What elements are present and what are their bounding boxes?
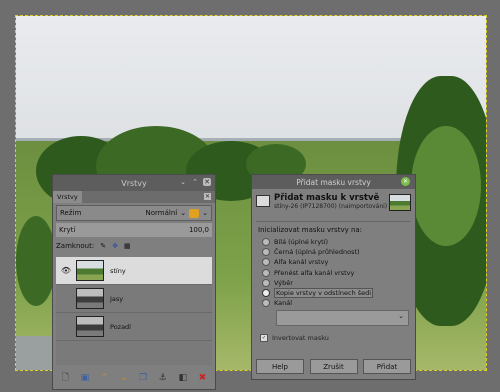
dialog-heading: Přidat masku k vrstvě xyxy=(274,193,380,203)
lock-pixels-icon[interactable]: ✎ xyxy=(100,242,106,250)
layer-list: 👁 stíny Jasy Pozadí xyxy=(56,257,212,365)
chevron-down-icon: ⌄ xyxy=(398,312,404,321)
radio-button-selected[interactable] xyxy=(262,289,270,298)
eye-icon[interactable]: 👁 xyxy=(56,266,76,275)
option-grayscale-copy[interactable]: Kopie vrstvy v odstínech šedi xyxy=(252,288,415,299)
duplicate-layer-icon[interactable]: ❐ xyxy=(139,373,147,383)
layers-toolbar: 🗋 ▣ ⌃ ⌄ ❐ ⚓ ◧ ✖ xyxy=(56,371,212,385)
anchor-layer-icon[interactable]: ⚓ xyxy=(159,373,167,383)
layer-thumbnail xyxy=(76,260,104,281)
layer-thumbnail xyxy=(76,316,104,337)
chevron-down-icon: ⌄ xyxy=(180,209,187,217)
layers-title: Vrstvy xyxy=(121,178,147,188)
option-black[interactable]: Černá (úplná průhlednost) xyxy=(252,247,415,257)
layer-preview-thumbnail xyxy=(389,194,411,211)
mask-icon xyxy=(256,195,270,207)
layer-name: Pozadí xyxy=(110,322,131,331)
help-button[interactable]: Help xyxy=(256,359,304,374)
layer-name: Jasy xyxy=(110,294,124,303)
lower-layer-icon[interactable]: ⌄ xyxy=(120,373,128,383)
layer-name: stíny xyxy=(110,266,126,275)
mode-select[interactable]: Režim Normální ⌄ ⌄ xyxy=(56,205,212,221)
radio-button[interactable] xyxy=(262,238,270,247)
option-label: Výběr xyxy=(274,278,293,287)
new-layer-icon[interactable]: 🗋 xyxy=(62,370,69,386)
opacity-slider[interactable]: Krytí 100,0 xyxy=(56,223,212,237)
mode-value: Normální xyxy=(145,209,178,217)
maximize-icon[interactable]: ⌃ xyxy=(191,178,199,186)
layers-titlebar[interactable]: Vrstvy ⌄ ⌃ ✕ xyxy=(53,175,215,191)
lock-position-icon[interactable]: ✥ xyxy=(112,242,118,250)
layer-row[interactable]: Jasy xyxy=(56,285,212,313)
radio-button[interactable] xyxy=(262,248,270,257)
chevron-down-icon[interactable]: ⌄ xyxy=(202,209,208,217)
lock-label: Zamknout: xyxy=(56,242,95,250)
radio-button[interactable] xyxy=(262,258,270,267)
option-label: Přenést alfa kanál vrstvy xyxy=(274,268,355,277)
dialog-subheading: stíny-26 (IP7128700) (naimportováni) xyxy=(274,203,388,210)
option-channel[interactable]: Kanál xyxy=(252,298,415,308)
radio-button[interactable] xyxy=(262,268,270,277)
option-label: Kopie vrstvy v odstínech šedi xyxy=(274,288,374,299)
option-alpha[interactable]: Alfa kanál vrstvy xyxy=(252,257,415,267)
option-transfer-alpha[interactable]: Přenést alfa kanál vrstvy xyxy=(252,268,415,278)
add-mask-icon[interactable]: ◧ xyxy=(178,373,187,383)
tab-close-icon[interactable]: ✕ xyxy=(204,193,211,200)
option-label: Černá (úplná průhlednost) xyxy=(274,248,360,257)
option-label: Kanál xyxy=(274,299,293,308)
option-label: Bílá (úplné krytí) xyxy=(274,238,329,247)
layer-row[interactable]: 👁 stíny xyxy=(56,257,212,285)
dialog-titlebar[interactable]: Přidat masku vrstvy ✕ xyxy=(252,175,415,189)
add-mask-dialog: Přidat masku vrstvy ✕ Přidat masku k vrs… xyxy=(251,174,416,380)
option-label: Alfa kanál vrstvy xyxy=(274,258,329,267)
section-label: Inicializovat masku vrstvy na: xyxy=(258,226,363,234)
radio-button[interactable] xyxy=(262,299,270,308)
opacity-label: Krytí xyxy=(59,226,76,234)
add-button[interactable]: Přidat xyxy=(363,359,411,374)
lock-alpha-icon[interactable]: ▦ xyxy=(124,242,131,250)
raise-layer-icon[interactable]: ⌃ xyxy=(101,373,109,383)
radio-button[interactable] xyxy=(262,278,270,287)
tab-layers[interactable]: Vrstvy xyxy=(53,191,82,203)
option-white[interactable]: Bílá (úplné krytí) xyxy=(252,237,415,247)
mode-label: Režim xyxy=(60,209,82,217)
layer-row[interactable]: Pozadí xyxy=(56,313,212,341)
mode-effects-icon[interactable] xyxy=(189,208,200,218)
new-group-icon[interactable]: ▣ xyxy=(81,373,90,383)
dialog-title: Přidat masku vrstvy xyxy=(296,177,371,187)
invert-label: Invertovat masku xyxy=(272,334,329,343)
cancel-button[interactable]: Zrušit xyxy=(309,359,358,374)
close-icon[interactable]: ✕ xyxy=(401,177,410,186)
close-icon[interactable]: ✕ xyxy=(203,178,211,186)
layers-panel: Vrstvy ⌄ ⌃ ✕ Vrstvy ✕ Režim Normální ⌄ ⌄… xyxy=(52,174,216,390)
option-selection[interactable]: Výběr xyxy=(252,278,415,288)
channel-select[interactable]: ⌄ xyxy=(276,310,409,327)
layer-thumbnail xyxy=(76,288,104,309)
opacity-value[interactable]: 100,0 xyxy=(189,226,209,234)
checkbox[interactable]: ✓ xyxy=(260,334,268,343)
minimize-icon[interactable]: ⌄ xyxy=(179,178,187,186)
invert-mask-checkbox[interactable]: ✓ Invertovat masku xyxy=(252,334,415,343)
delete-layer-icon[interactable]: ✖ xyxy=(199,373,207,383)
